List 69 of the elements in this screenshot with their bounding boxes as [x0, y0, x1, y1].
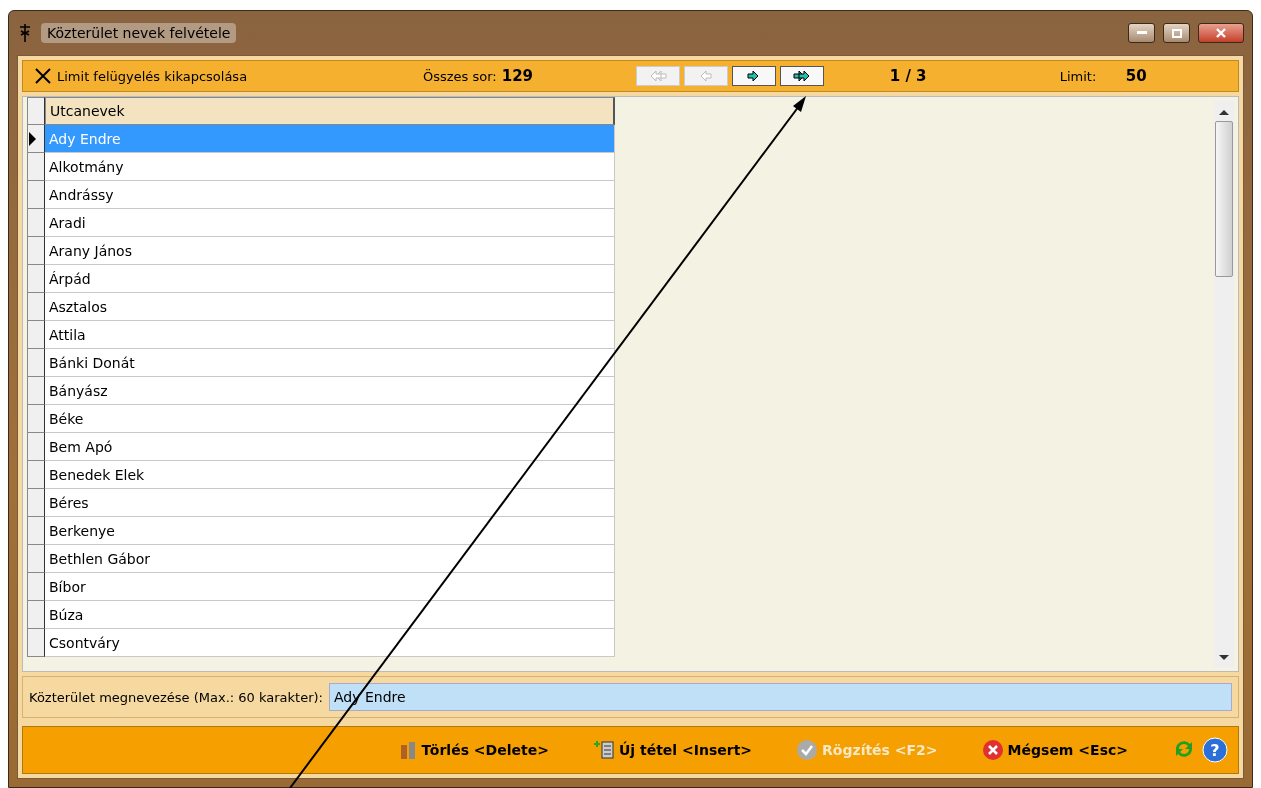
row-indicator — [27, 209, 45, 237]
total-count: 129 — [501, 67, 535, 85]
table-cell[interactable]: Alkotmány — [45, 153, 615, 181]
close-button[interactable] — [1198, 23, 1244, 43]
row-indicator — [27, 461, 45, 489]
row-indicator — [27, 517, 45, 545]
row-indicator — [27, 265, 45, 293]
table-cell[interactable]: Attila — [45, 321, 615, 349]
row-indicator — [27, 601, 45, 629]
right-arrow-icon — [792, 69, 811, 83]
row-indicator — [27, 181, 45, 209]
right-arrow-icon — [747, 69, 761, 83]
check-circle-icon — [796, 739, 819, 761]
table-cell[interactable]: Béke — [45, 405, 615, 433]
maximize-icon — [1171, 28, 1182, 38]
field-label: Közterület megnevezése (Max.: 60 karakter): — [29, 689, 323, 705]
row-indicator — [27, 405, 45, 433]
table-cell[interactable]: Árpád — [45, 265, 615, 293]
row-indicator — [27, 433, 45, 461]
cancel-button[interactable]: Mégsem <Esc> — [981, 739, 1128, 761]
table-cell[interactable]: Csontváry — [45, 629, 615, 657]
row-indicator — [27, 545, 45, 573]
close-icon — [1216, 28, 1226, 38]
table-cell[interactable]: Aradi — [45, 209, 615, 237]
maximize-button[interactable] — [1163, 23, 1190, 43]
scroll-up-icon — [1219, 109, 1229, 115]
row-indicator — [27, 293, 45, 321]
cancel-circle-icon — [981, 739, 1004, 761]
limit-value: 50 — [1125, 67, 1147, 85]
page-indicator: 1 / 3 — [889, 67, 928, 85]
table-cell[interactable]: Berkenye — [45, 517, 615, 545]
total-label: Összes sor: — [423, 68, 497, 84]
scroll-down-icon — [1219, 655, 1229, 661]
minimize-button[interactable] — [1128, 23, 1155, 43]
row-indicator — [27, 629, 45, 657]
minimize-icon — [1136, 31, 1147, 35]
list-add-icon — [592, 740, 615, 760]
row-indicator — [27, 489, 45, 517]
window-title: Közterület nevek felvétele — [41, 23, 237, 43]
left-arrow-icon — [699, 69, 713, 83]
table-cell[interactable]: Asztalos — [45, 293, 615, 321]
table-cell[interactable]: Benedek Elek — [45, 461, 615, 489]
limit-label: Limit: — [1059, 68, 1098, 84]
caduceus-icon — [17, 23, 33, 43]
table-cell[interactable]: Bem Apó — [45, 433, 615, 461]
vertical-scrollbar[interactable] — [1214, 101, 1234, 667]
table-cell[interactable]: Béres — [45, 489, 615, 517]
page-nav-button[interactable] — [779, 66, 824, 86]
table-cell[interactable]: Búza — [45, 601, 615, 629]
row-indicator — [27, 377, 45, 405]
left-arrow-icon — [648, 69, 667, 83]
table-cell[interactable]: Bethlen Gábor — [45, 545, 615, 573]
limit-toggle[interactable]: Limit felügyelés kikapcsolása — [57, 68, 423, 84]
table-cell[interactable]: Bíbor — [45, 573, 615, 601]
row-indicator — [27, 321, 45, 349]
row-indicator — [27, 573, 45, 601]
column-header[interactable]: Utcanevek — [45, 97, 615, 125]
current-row-icon — [28, 131, 36, 146]
page-nav-button[interactable] — [731, 66, 776, 86]
table-cell[interactable]: Arany János — [45, 237, 615, 265]
table-cell[interactable]: Bányász — [45, 377, 615, 405]
new-button[interactable]: Új tétel <Insert> — [592, 740, 753, 760]
table-cell[interactable]: Bánki Donát — [45, 349, 615, 377]
row-indicator — [27, 237, 45, 265]
delete-button[interactable]: Törlés <Delete> — [397, 739, 549, 761]
table-cell[interactable]: Andrássy — [45, 181, 615, 209]
help-icon[interactable]: ? — [1202, 737, 1228, 763]
scrollbar-thumb[interactable] — [1215, 121, 1233, 277]
row-indicator — [27, 349, 45, 377]
